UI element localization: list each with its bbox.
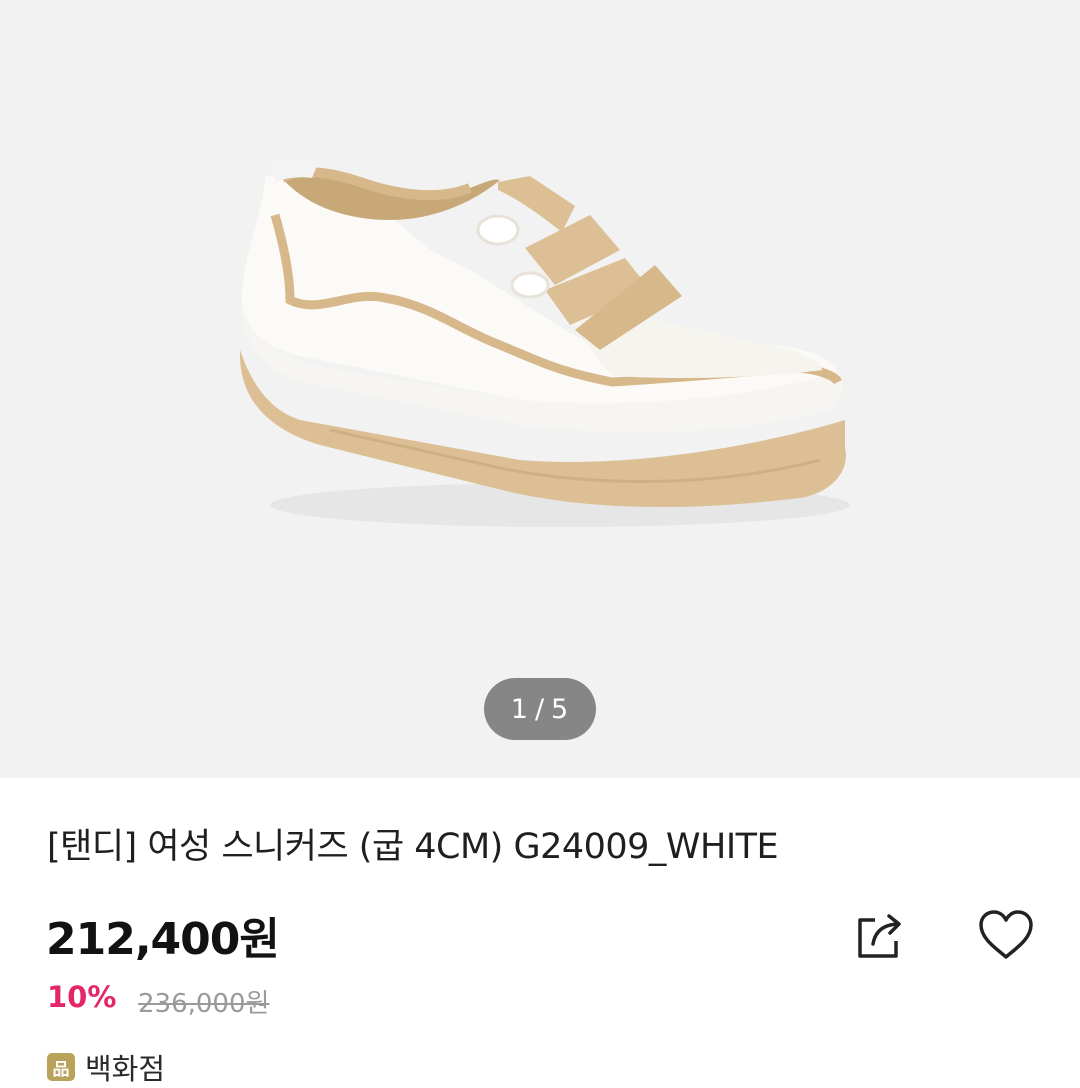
store-label: 백화점 (85, 1052, 166, 1086)
sale-price: 212,400원 (46, 914, 280, 965)
like-button[interactable] (975, 907, 1037, 963)
current-page: 1 (510, 693, 529, 725)
store-badge: 品 백화점 (47, 1046, 165, 1088)
heart-icon (979, 910, 1033, 959)
share-icon (858, 914, 901, 958)
total-pages: 5 (551, 693, 570, 725)
share-button[interactable] (851, 906, 909, 964)
product-title: [탠디] 여성 스니커즈 (굽 4CM) G24009_WHITE (47, 827, 779, 867)
product-image[interactable] (0, 0, 1080, 778)
original-price: 236,000원 (138, 989, 270, 1019)
page-separator: / (534, 693, 546, 725)
department-store-icon: 品 (47, 1053, 75, 1081)
image-page-indicator: 1 / 5 (484, 678, 596, 740)
discount-rate: 10% (47, 980, 117, 1014)
product-image-gallery[interactable]: 1 / 5 (0, 0, 1080, 778)
